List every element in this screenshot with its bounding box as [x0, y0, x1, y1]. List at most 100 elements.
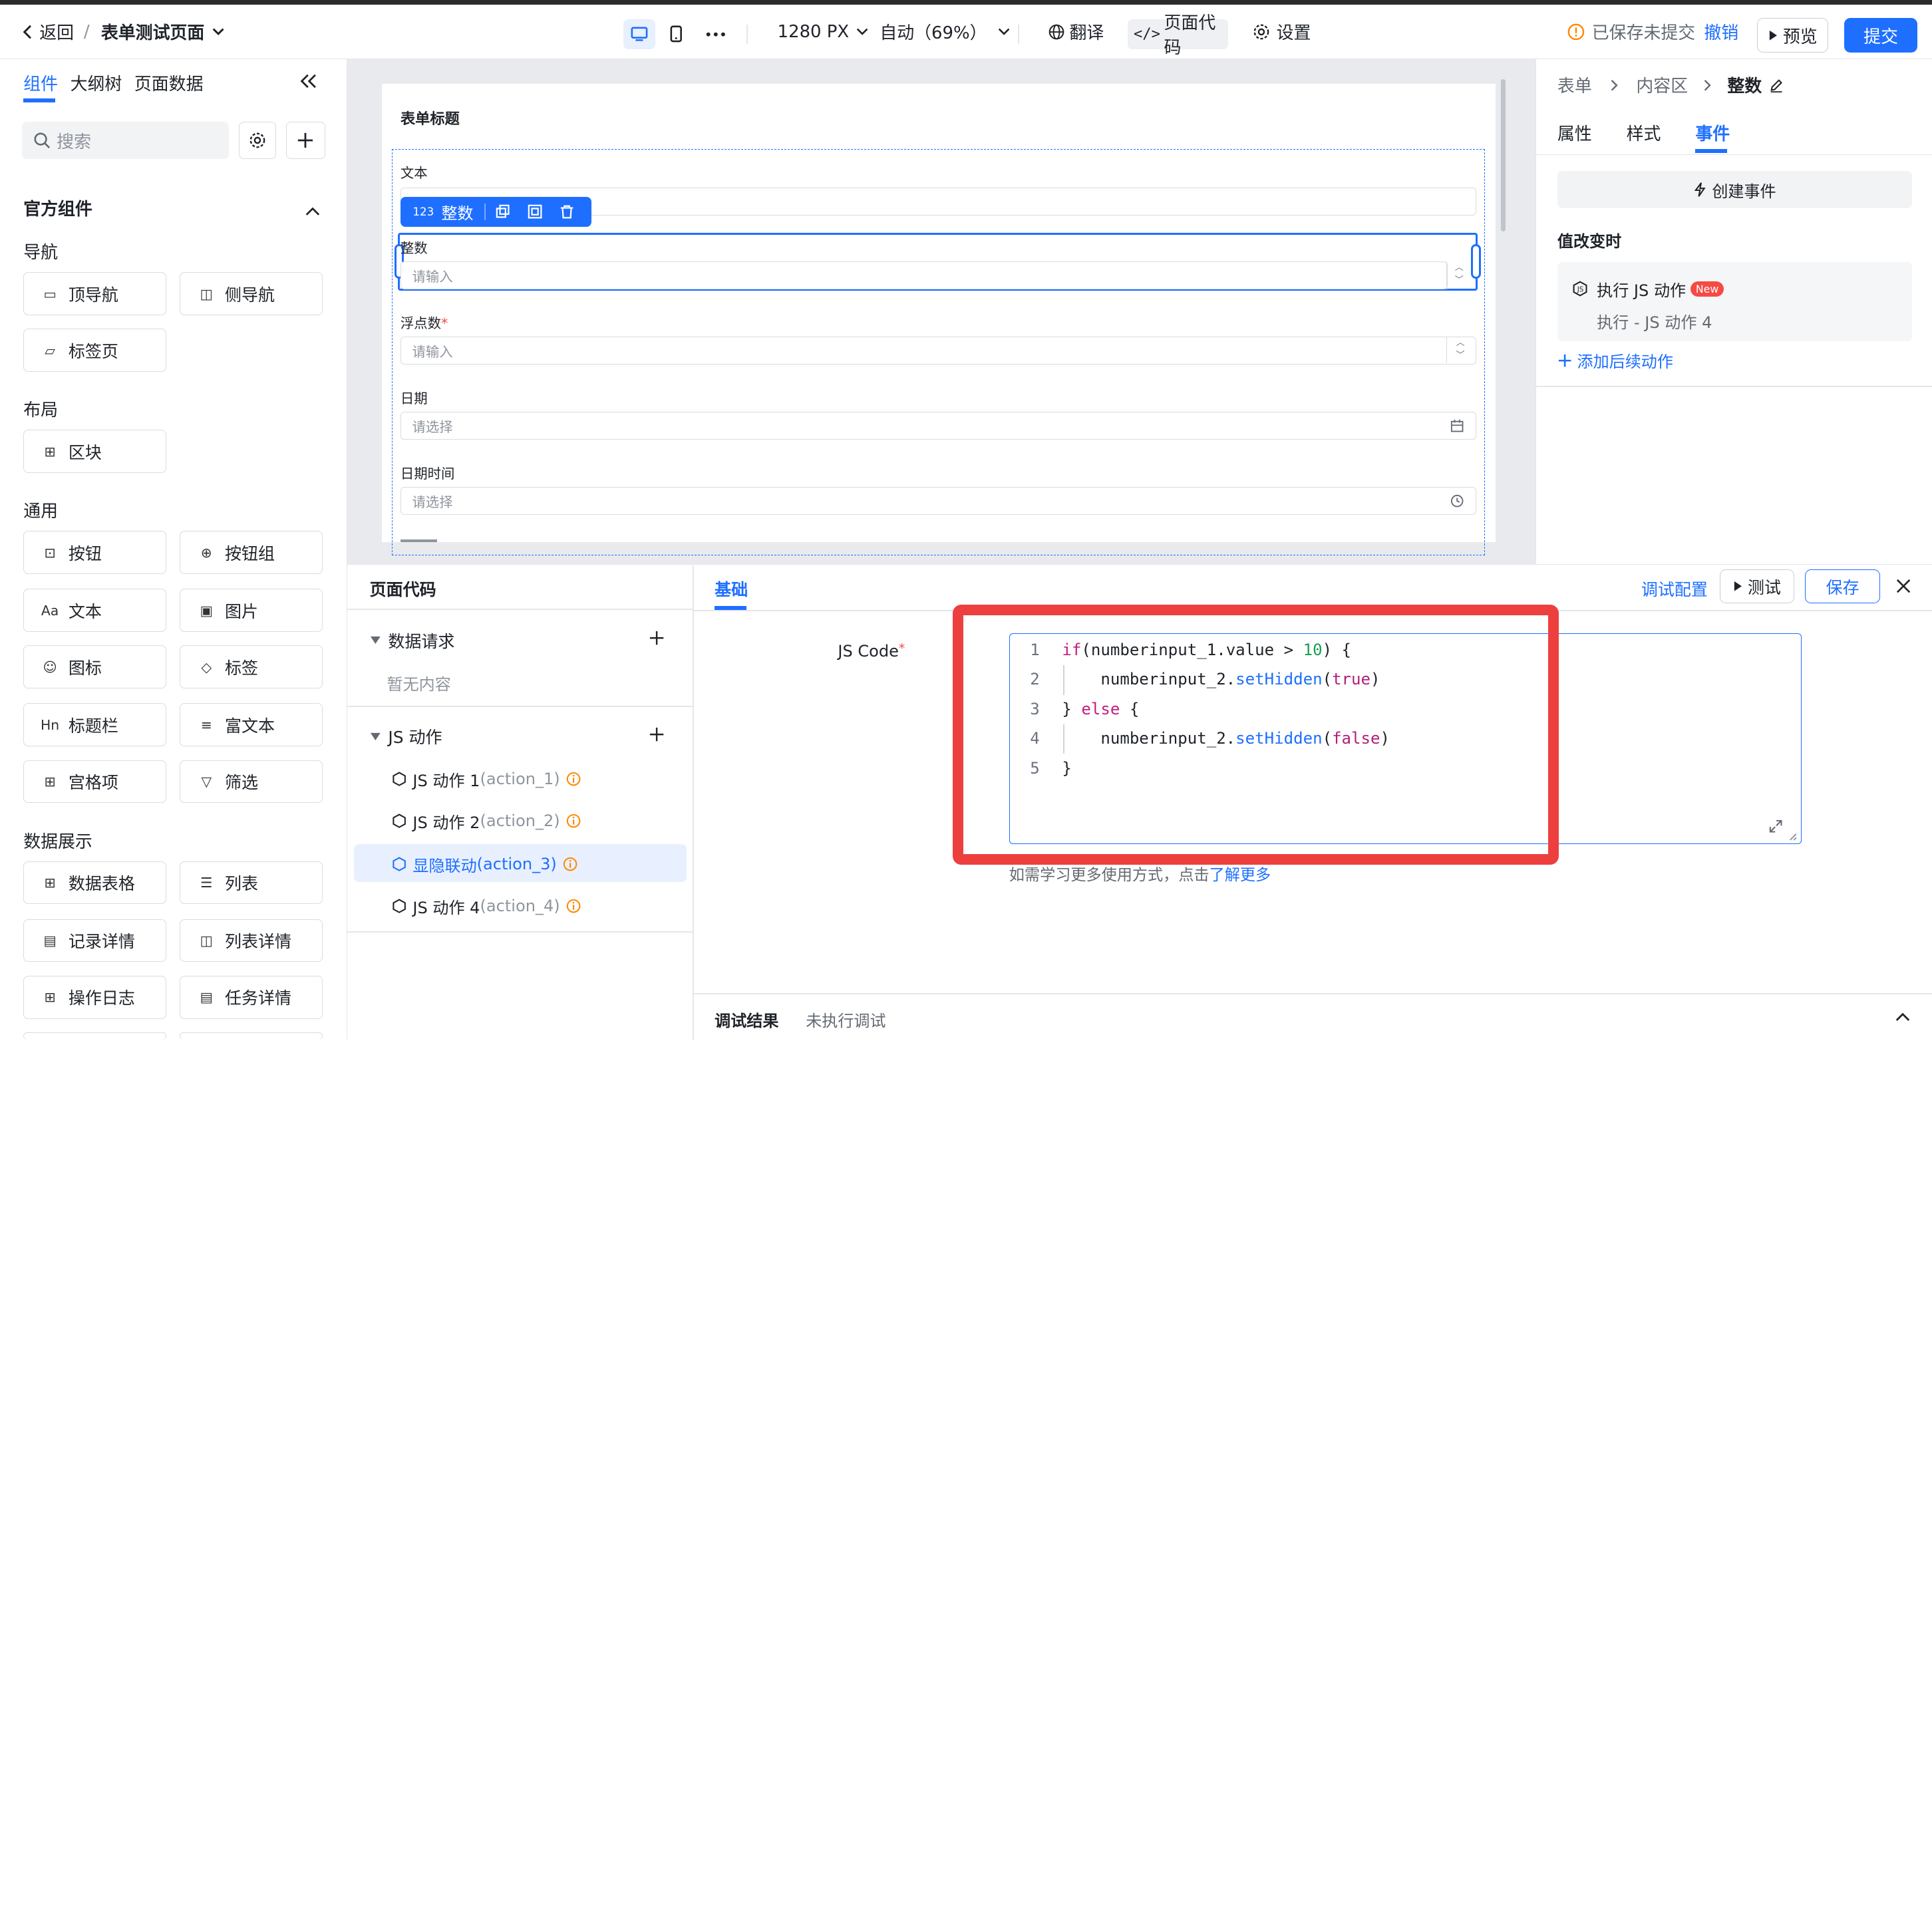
back-label: 返回 — [39, 23, 75, 44]
translate-button[interactable]: 翻译 — [1048, 5, 1104, 59]
save-button[interactable]: 保存 — [1805, 569, 1881, 604]
component-label: 标签 — [225, 658, 259, 678]
component-list[interactable]: ☰ 列表 — [180, 861, 323, 905]
component-rich-text[interactable]: ≡ 富文本 — [180, 703, 323, 747]
divider — [347, 706, 693, 708]
preview-button[interactable]: 预览 — [1756, 18, 1829, 53]
filter-icon: ▽ — [201, 774, 212, 790]
page-code-button[interactable]: </> 页面代码 — [1127, 13, 1229, 58]
canvas-scrollbar[interactable] — [1500, 78, 1506, 232]
component-button[interactable]: ⊡ 按钮 — [23, 531, 167, 575]
component-data-table[interactable]: ⊞ 数据表格 — [23, 861, 167, 905]
tab-basic[interactable]: 基础 — [715, 577, 748, 601]
js-actions-header[interactable]: JS 动作 — [370, 724, 442, 748]
component-side-nav[interactable]: ◫ 侧导航 — [180, 272, 323, 316]
close-icon[interactable] — [1896, 579, 1911, 593]
collapse-panel-button[interactable] — [298, 71, 320, 91]
search-input[interactable]: 搜索 — [22, 122, 230, 159]
component-icon[interactable]: ☺ 图标 — [23, 645, 167, 689]
group-title-data-display: 数据展示 — [23, 831, 92, 852]
date-field-input[interactable]: 请选择 — [400, 411, 1476, 440]
data-request-header[interactable]: 数据请求 — [370, 629, 454, 653]
date-placeholder: 请选择 — [412, 418, 453, 435]
tab-outline[interactable]: 大纲树 — [71, 71, 122, 95]
component-text[interactable]: Aa 文本 — [23, 589, 167, 633]
component-list-detail[interactable]: ◫ 列表详情 — [180, 919, 323, 963]
expand-icon[interactable] — [1769, 819, 1782, 833]
integer-stepper[interactable]: ︿ ﹀ — [1446, 261, 1471, 290]
breadcrumb: 表单 内容区 整数 — [1557, 73, 1784, 97]
list-icon: ☰ — [200, 874, 213, 891]
component-block[interactable]: ⊞ 区块 — [23, 430, 167, 474]
resize-grip-icon[interactable] — [1788, 831, 1798, 841]
float-stepper[interactable]: ︿ ﹀ — [1446, 337, 1474, 364]
list-item[interactable]: JS 动作 2 (action_2) — [392, 810, 581, 833]
gear-icon — [249, 132, 265, 148]
active-tab-indicator — [23, 98, 56, 102]
tab-page-data[interactable]: 页面数据 — [134, 71, 204, 95]
tab-events[interactable]: 事件 — [1695, 120, 1730, 145]
page-title-dropdown[interactable]: 表单测试页面 — [101, 5, 226, 59]
list-item-active[interactable]: 显隐联动 (action_3) — [392, 853, 577, 876]
width-select[interactable]: 1280 PX — [778, 5, 870, 59]
grid-icon: ⊞ — [44, 443, 56, 460]
more-button[interactable] — [703, 19, 730, 49]
tab-styles[interactable]: 样式 — [1627, 120, 1661, 145]
list-item[interactable]: JS 动作 4 (action_4) — [392, 895, 581, 918]
component-button-group[interactable]: ⊕ 按钮组 — [180, 531, 323, 575]
float-field-input[interactable]: 请输入 — [400, 336, 1476, 365]
test-button[interactable]: 测试 — [1720, 569, 1794, 604]
learn-more-link[interactable]: 了解更多 — [1209, 867, 1271, 884]
breadcrumb-content[interactable]: 内容区 — [1636, 73, 1688, 97]
edit-icon[interactable] — [1769, 78, 1784, 92]
add-data-request-icon[interactable] — [649, 631, 664, 645]
copy-icon[interactable] — [496, 204, 510, 219]
add-component-button[interactable] — [285, 122, 325, 159]
delete-icon[interactable] — [560, 204, 574, 219]
resize-handle-right[interactable] — [1471, 243, 1482, 279]
app-window: 返回 / 表单测试页面 1280 PX 自动（69%） 翻译 </> 页面代码 … — [0, 0, 1932, 1040]
test-label: 测试 — [1748, 577, 1782, 597]
collapse-official-button[interactable] — [304, 198, 321, 222]
chevron-up-icon[interactable] — [1895, 1011, 1911, 1022]
component-grid-item[interactable]: ⊞ 宫格项 — [23, 760, 167, 804]
component-filter[interactable]: ▽ 筛选 — [180, 760, 323, 804]
side-nav-icon: ◫ — [200, 285, 213, 302]
component-operation-log[interactable]: ⊞ 操作日志 — [23, 975, 167, 1019]
hint-label: 如需学习更多使用方式，点击 — [1009, 867, 1209, 885]
tab-components[interactable]: 组件 — [23, 71, 58, 95]
back-button[interactable]: 返回 — [22, 5, 74, 59]
list-item[interactable]: JS 动作 1 (action_1) — [392, 768, 581, 791]
desktop-view-button[interactable] — [623, 19, 656, 49]
component-settings-button[interactable] — [239, 122, 276, 159]
undo-button[interactable]: 撤销 — [1704, 5, 1738, 59]
mobile-view-button[interactable] — [665, 19, 687, 49]
component-task-detail[interactable]: ▤ 任务详情 — [180, 975, 323, 1019]
component-title-bar[interactable]: Hn 标题栏 — [23, 703, 167, 747]
add-js-action-icon[interactable] — [649, 727, 664, 742]
component-image[interactable]: ▣ 图片 — [180, 589, 323, 633]
highlight-box — [952, 605, 1559, 865]
duplicate-icon[interactable] — [528, 204, 542, 219]
submit-button[interactable]: 提交 — [1844, 18, 1917, 53]
preview-label: 预览 — [1782, 27, 1818, 47]
breadcrumb-form[interactable]: 表单 — [1557, 73, 1592, 97]
component-tag[interactable]: ◇ 标签 — [180, 645, 323, 689]
component-top-nav[interactable]: ▭ 顶导航 — [23, 272, 167, 316]
integer-field-input[interactable]: 请输入 — [400, 261, 1448, 290]
tab-properties[interactable]: 属性 — [1557, 120, 1592, 145]
info-icon — [566, 899, 581, 913]
debug-config-link[interactable]: 调试配置 — [1641, 577, 1708, 601]
component-record-detail[interactable]: ▤ 记录详情 — [23, 919, 167, 963]
save-status: 已保存未提交 — [1567, 5, 1695, 59]
bottom-divider-vertical — [692, 565, 694, 1040]
component-tabs[interactable]: ▱ 标签页 — [23, 329, 167, 372]
create-event-button[interactable]: 创建事件 — [1557, 171, 1913, 208]
zoom-select[interactable]: 自动（69%） — [880, 5, 1011, 59]
datetime-field-input[interactable]: 请选择 — [400, 486, 1476, 516]
add-follow-action-button[interactable]: 添加后续动作 — [1557, 349, 1673, 372]
date-field-label: 日期 — [400, 390, 428, 406]
settings-button[interactable]: 设置 — [1253, 5, 1311, 59]
float-field-label: 浮点数* — [401, 312, 448, 332]
action-id: (action_3) — [476, 855, 557, 874]
